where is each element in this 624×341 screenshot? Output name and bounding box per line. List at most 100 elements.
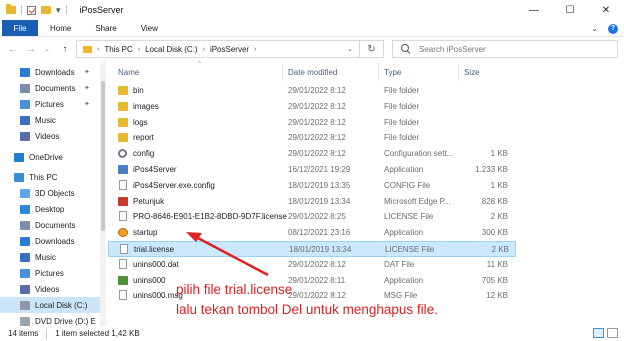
properties-icon[interactable]	[27, 5, 36, 15]
nav-item[interactable]: Pictures ✦	[0, 96, 100, 112]
forward-button[interactable]: →	[26, 44, 36, 55]
file-row[interactable]: report 29/01/2022 8:12 File folder	[108, 130, 516, 146]
nav-item[interactable]: OneDrive	[0, 149, 100, 165]
breadcrumb-this-pc[interactable]: This PC	[104, 45, 132, 54]
close-button[interactable]: ✕	[588, 0, 624, 20]
recent-locations-button[interactable]: ⌄	[42, 45, 52, 53]
chevron-right-icon[interactable]: ›	[203, 46, 205, 53]
file-date: 29/01/2022 8:11	[288, 275, 346, 285]
file-row[interactable]: Petunjuk 18/01/2019 13:34 Microsoft Edge P…	[108, 194, 516, 210]
drive-icon	[20, 300, 30, 310]
file-row[interactable]: images 29/01/2022 8:12 File folder	[108, 99, 516, 115]
cube-icon	[20, 188, 30, 198]
column-date-modified[interactable]: Date modified	[288, 68, 337, 77]
nav-item[interactable]: Videos	[0, 281, 100, 297]
column-type[interactable]: Type	[384, 68, 401, 77]
nav-item-label: Downloads	[35, 236, 75, 246]
nav-item[interactable]: Videos	[0, 128, 100, 144]
file-row[interactable]: bin 29/01/2022 8:12 File folder	[108, 83, 516, 99]
nav-item-label: DVD Drive (D:) E	[35, 316, 96, 326]
up-button[interactable]: ↑	[60, 44, 70, 55]
address-bar[interactable]: › This PC › Local Disk (C:) › iPosServer…	[76, 40, 360, 58]
chevron-right-icon[interactable]: ›	[254, 46, 256, 53]
file-size: 1 KB	[490, 180, 508, 190]
videos-icon	[20, 131, 30, 141]
tab-file[interactable]: File	[2, 20, 38, 36]
scrollbar-thumb[interactable]	[101, 81, 105, 231]
nav-item[interactable]: Downloads ✦	[0, 64, 100, 80]
large-icons-view-button[interactable]	[607, 328, 618, 338]
breadcrumb-local-disk[interactable]: Local Disk (C:)	[145, 45, 197, 54]
minimize-button[interactable]: —	[516, 0, 552, 20]
navigation-bar: ← → ⌄ ↑ › This PC › Local Disk (C:) › iP…	[0, 37, 624, 61]
divider[interactable]	[458, 63, 459, 81]
pin-icon: ✦	[84, 85, 90, 92]
nav-item[interactable]: Music	[0, 249, 100, 265]
search-input[interactable]: Search iPosServer	[392, 40, 618, 58]
divider[interactable]	[378, 63, 379, 81]
pin-icon: ✦	[84, 101, 90, 108]
nav-item[interactable]: Documents	[0, 217, 100, 233]
file-size: 705 KB	[481, 275, 508, 285]
nav-item-label: Desktop	[35, 204, 65, 214]
nav-item[interactable]: Downloads	[0, 233, 100, 249]
file-icon	[120, 244, 128, 254]
tab-share[interactable]: Share	[83, 20, 128, 36]
nav-item[interactable]: This PC	[0, 169, 100, 185]
chevron-right-icon[interactable]: ›	[138, 46, 140, 53]
file-name: bin	[133, 86, 144, 95]
pictures-icon	[20, 99, 30, 109]
music-icon	[20, 252, 30, 262]
file-row[interactable]: config 29/01/2022 8:12 Configuration sett.…	[108, 146, 516, 162]
file-type: Application	[384, 275, 424, 285]
file-row[interactable]: startup 08/12/2021 23:16 Application 300 KB	[108, 225, 516, 241]
file-row[interactable]: unins000.dat 29/01/2022 8:12 DAT File 11 KB	[108, 257, 516, 273]
details-view-button[interactable]	[593, 328, 604, 338]
file-row[interactable]: logs 29/01/2022 8:12 File folder	[108, 115, 516, 131]
nav-scrollbar[interactable]	[100, 61, 106, 326]
help-icon[interactable]: ?	[608, 23, 618, 34]
refresh-button[interactable]: ↻	[360, 40, 384, 58]
status-bar: 14 items 1 item selected 1,42 KB	[0, 326, 624, 341]
nav-item[interactable]: Desktop	[0, 201, 100, 217]
column-size[interactable]: Size	[464, 68, 480, 77]
file-row[interactable]: iPos4Server.exe.config 18/01/2019 13:35 CO…	[108, 178, 516, 194]
tab-view[interactable]: View	[129, 20, 170, 36]
file-name: images	[133, 101, 159, 111]
file-type: File folder	[384, 86, 420, 95]
column-name[interactable]: Name	[118, 68, 139, 77]
file-date: 29/01/2022 8:12	[288, 101, 346, 111]
file-date: 29/01/2022 8:12	[288, 133, 346, 143]
maximize-button[interactable]: ☐	[552, 0, 588, 20]
chevron-right-icon[interactable]: ›	[97, 46, 99, 53]
file-date: 18/01/2019 13:34	[288, 196, 351, 206]
file-row[interactable]: unins000 29/01/2022 8:11 Application 705 KB	[108, 273, 516, 289]
nav-item[interactable]: Local Disk (C:)	[0, 297, 100, 313]
search-placeholder: Search iPosServer	[419, 44, 486, 54]
dvd-icon	[20, 316, 30, 326]
annotation-text: pilih file trial.license	[176, 282, 293, 297]
file-row[interactable]: iPos4Server 16/12/2021 19:29 Application 1.…	[108, 162, 516, 178]
expand-ribbon-icon[interactable]: ⌄	[591, 24, 598, 33]
file-row[interactable]: trial.license 18/01/2019 13:34 LICENSE Fil…	[108, 241, 516, 257]
breadcrumb-iposserver[interactable]: iPosServer	[210, 45, 249, 54]
nav-item[interactable]: DVD Drive (D:) E	[0, 313, 100, 326]
nav-item[interactable]: Pictures	[0, 265, 100, 281]
address-dropdown-icon[interactable]: ⌄	[347, 45, 353, 53]
nav-item[interactable]: Documents ✦	[0, 80, 100, 96]
file-size: 11 KB	[486, 259, 508, 269]
nav-item[interactable]: 3D Objects	[0, 185, 100, 201]
divider[interactable]	[282, 63, 283, 81]
sort-indicator-icon: ^	[198, 61, 201, 67]
file-date: 16/12/2021 19:29	[288, 165, 351, 174]
tab-home[interactable]: Home	[38, 20, 83, 36]
startup-icon	[118, 228, 128, 238]
new-folder-icon[interactable]	[41, 6, 51, 14]
file-type: CONFIG File	[384, 180, 431, 190]
folder-icon	[118, 117, 128, 127]
back-button[interactable]: ←	[8, 44, 18, 55]
file-row[interactable]: PRO-8646-E901-E1B2-8DBD-9D7F.license 29/0…	[108, 209, 516, 225]
nav-item[interactable]: Music	[0, 112, 100, 128]
customize-toolbar-icon[interactable]: ▾	[56, 5, 61, 16]
nav-item-label: Videos	[35, 284, 60, 294]
